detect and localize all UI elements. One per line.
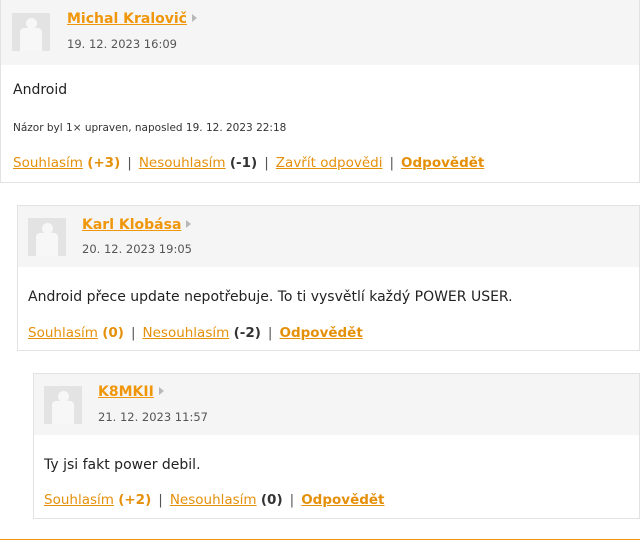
- disagree-link[interactable]: Nesouhlasím: [170, 492, 257, 508]
- comment-actions: Souhlasím (+2) | Nesouhlasím (0) | Odpovědět: [44, 492, 385, 508]
- disagree-link[interactable]: Nesouhlasím: [139, 155, 226, 171]
- comment-3: K8MKII 21. 12. 2023 11:57 Ty jsi fakt po…: [33, 373, 640, 519]
- reply-link[interactable]: Odpovědět: [401, 155, 484, 171]
- comment-author[interactable]: Michal Kralovič: [67, 11, 197, 27]
- caret-right-icon: [158, 387, 164, 395]
- comment-date: 19. 12. 2023 16:09: [67, 37, 177, 51]
- separator: |: [130, 325, 136, 341]
- agree-count: (+2): [118, 492, 152, 508]
- comment-text: Ty jsi fakt power debil.: [44, 457, 201, 473]
- comment-date: 20. 12. 2023 19:05: [82, 242, 192, 256]
- separator: |: [389, 155, 395, 171]
- agree-link[interactable]: Souhlasím: [13, 155, 83, 171]
- comment-1: Michal Kralovič 19. 12. 2023 16:09 Andro…: [0, 0, 640, 183]
- comment-header: K8MKII 21. 12. 2023 11:57: [34, 374, 639, 435]
- bottom-divider: [0, 539, 640, 540]
- comment-text: Android: [13, 82, 68, 98]
- avatar[interactable]: [28, 218, 66, 256]
- agree-count: (+3): [87, 155, 121, 171]
- comment-text: Android přece update nepotřebuje. To ti …: [28, 289, 513, 305]
- comment-actions: Souhlasím (0) | Nesouhlasím (-2) | Odpovědět: [28, 325, 363, 341]
- comment-author[interactable]: K8MKII: [98, 384, 164, 400]
- caret-right-icon: [186, 220, 192, 228]
- comment-header: Karl Klobása 20. 12. 2023 19:05: [18, 206, 639, 267]
- comment-header: Michal Kralovič 19. 12. 2023 16:09: [1, 0, 639, 65]
- agree-link[interactable]: Souhlasím: [44, 492, 114, 508]
- comment-actions: Souhlasím (+3) | Nesouhlasím (-1) | Zavřít o…: [13, 155, 484, 171]
- avatar[interactable]: [12, 13, 50, 51]
- comment-2: Karl Klobása 20. 12. 2023 19:05 Android …: [17, 205, 640, 351]
- separator: |: [289, 492, 295, 508]
- caret-right-icon: [191, 14, 197, 22]
- disagree-count: (-1): [229, 155, 258, 171]
- edited-note: Názor byl 1× upraven, naposled 19. 12. 2…: [13, 122, 287, 134]
- agree-count: (0): [102, 325, 124, 341]
- separator: |: [127, 155, 132, 171]
- comment-author[interactable]: Karl Klobása: [82, 217, 192, 233]
- separator: |: [158, 492, 163, 508]
- disagree-count: (-2): [233, 325, 261, 341]
- agree-link[interactable]: Souhlasím: [28, 325, 98, 341]
- avatar[interactable]: [44, 386, 82, 424]
- disagree-link[interactable]: Nesouhlasím: [143, 325, 230, 341]
- comment-date: 21. 12. 2023 11:57: [98, 410, 208, 424]
- close-replies-link[interactable]: Zavřít odpovědi: [276, 155, 383, 171]
- separator: |: [267, 325, 273, 341]
- reply-link[interactable]: Odpovědět: [279, 325, 362, 341]
- separator: |: [264, 155, 269, 171]
- disagree-count: (0): [260, 492, 283, 508]
- reply-link[interactable]: Odpovědět: [301, 492, 384, 508]
